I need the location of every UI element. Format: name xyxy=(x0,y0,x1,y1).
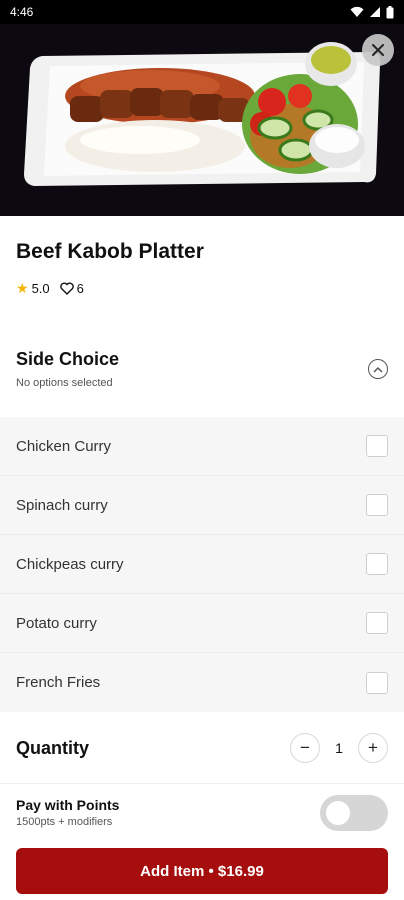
toggle-knob xyxy=(326,801,350,825)
side-choice-options: Chicken Curry Spinach curry Chickpeas cu… xyxy=(0,417,404,712)
close-icon xyxy=(372,44,384,56)
option-label: French Fries xyxy=(16,674,101,691)
quantity-label: Quantity xyxy=(16,737,90,758)
status-icons xyxy=(350,5,394,19)
option-label: Spinach curry xyxy=(16,496,108,514)
signal-icon xyxy=(370,7,380,17)
battery-icon xyxy=(386,5,394,18)
side-choice-title: Side Choice xyxy=(16,349,120,369)
item-title: Beef Kabob Platter xyxy=(16,240,204,263)
points-toggle[interactable] xyxy=(320,795,388,831)
status-bar: 4:46 xyxy=(0,0,404,24)
dish-photo xyxy=(0,24,404,216)
option-label: Chickpeas curry xyxy=(16,555,124,573)
option-label: Potato curry xyxy=(16,614,97,632)
option-chickpeas-curry[interactable]: Chickpeas curry xyxy=(0,535,404,594)
quantity-row: Quantity − 1 + xyxy=(0,713,404,783)
option-checkbox[interactable] xyxy=(366,671,388,694)
pay-with-points: Pay with Points 1500pts + modifiers xyxy=(16,797,119,828)
likes-count: 6 xyxy=(76,281,84,296)
option-chicken-curry[interactable]: Chicken Curry xyxy=(0,417,404,476)
collapse-button[interactable] xyxy=(368,359,388,379)
side-choice-header[interactable]: Side Choice No options selected xyxy=(0,335,404,417)
option-potato-curry[interactable]: Potato curry xyxy=(0,594,404,653)
option-french-fries[interactable]: French Fries xyxy=(0,653,404,712)
option-spinach-curry[interactable]: Spinach curry xyxy=(0,476,404,535)
side-choice-subtitle: No options selected xyxy=(16,377,113,389)
option-checkbox[interactable] xyxy=(366,435,388,457)
wifi-icon xyxy=(350,6,364,17)
item-meta: ★ 5.0 6 xyxy=(16,280,84,297)
quantity-stepper: − 1 + xyxy=(290,733,388,763)
add-item-button[interactable]: Add Item • $16.99 xyxy=(16,848,388,894)
close-button[interactable] xyxy=(362,34,394,66)
dish-illustration xyxy=(0,24,404,216)
status-time: 4:46 xyxy=(10,5,34,19)
divider xyxy=(0,783,404,784)
option-checkbox[interactable] xyxy=(366,553,388,575)
heart-icon[interactable] xyxy=(59,282,74,295)
increment-button[interactable]: + xyxy=(358,733,388,763)
option-label: Chicken Curry xyxy=(16,437,112,455)
points-subtitle: 1500pts + modifiers xyxy=(16,816,113,828)
quantity-value: 1 xyxy=(335,740,343,756)
option-checkbox[interactable] xyxy=(366,494,388,516)
points-title: Pay with Points xyxy=(16,797,120,813)
star-icon: ★ xyxy=(16,280,29,296)
option-checkbox[interactable] xyxy=(366,612,388,634)
decrement-button[interactable]: − xyxy=(290,733,320,763)
chevron-up-icon xyxy=(373,366,383,373)
rating-value: 5.0 xyxy=(31,281,50,296)
